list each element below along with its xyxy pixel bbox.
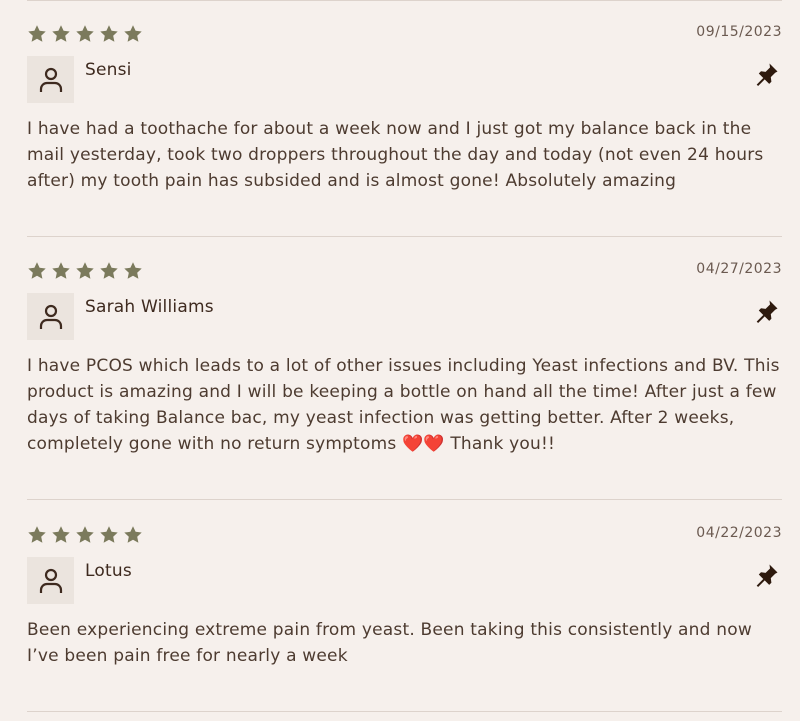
review-body: Been experiencing extreme pain from yeas… bbox=[27, 620, 752, 666]
star-icon bbox=[27, 24, 47, 44]
divider bbox=[27, 236, 782, 237]
star-icon bbox=[75, 261, 95, 281]
star-icon bbox=[75, 24, 95, 44]
divider bbox=[27, 0, 782, 1]
avatar bbox=[27, 293, 74, 340]
star-icon bbox=[99, 24, 119, 44]
review-body: I have had a toothache for about a week … bbox=[27, 119, 764, 191]
review-body: I have PCOS which leads to a lot of othe… bbox=[27, 356, 780, 454]
avatar bbox=[27, 557, 74, 604]
review-author: Sensi bbox=[85, 60, 132, 80]
star-rating bbox=[27, 261, 143, 281]
review-author: Sarah Williams bbox=[85, 297, 214, 317]
review-date: 09/15/2023 bbox=[696, 24, 782, 40]
star-icon bbox=[123, 525, 143, 545]
star-icon bbox=[27, 261, 47, 281]
star-icon bbox=[99, 525, 119, 545]
user-icon bbox=[38, 567, 64, 595]
review-date: 04/27/2023 bbox=[696, 261, 782, 277]
pin-icon[interactable] bbox=[755, 62, 779, 86]
divider bbox=[27, 499, 782, 500]
star-rating bbox=[27, 24, 143, 44]
pin-icon[interactable] bbox=[755, 563, 779, 587]
star-icon bbox=[51, 261, 71, 281]
user-icon bbox=[38, 66, 64, 94]
divider bbox=[27, 711, 782, 712]
avatar bbox=[27, 56, 74, 103]
review-author: Lotus bbox=[85, 561, 132, 581]
user-icon bbox=[38, 303, 64, 331]
star-icon bbox=[51, 525, 71, 545]
star-icon bbox=[75, 525, 95, 545]
star-icon bbox=[51, 24, 71, 44]
review-date: 04/22/2023 bbox=[696, 525, 782, 541]
star-icon bbox=[123, 24, 143, 44]
star-icon bbox=[99, 261, 119, 281]
star-icon bbox=[123, 261, 143, 281]
pin-icon[interactable] bbox=[755, 299, 779, 323]
reviews-list: 09/15/2023 Sensi I have had a toothache … bbox=[0, 0, 800, 721]
star-rating bbox=[27, 525, 143, 545]
star-icon bbox=[27, 525, 47, 545]
